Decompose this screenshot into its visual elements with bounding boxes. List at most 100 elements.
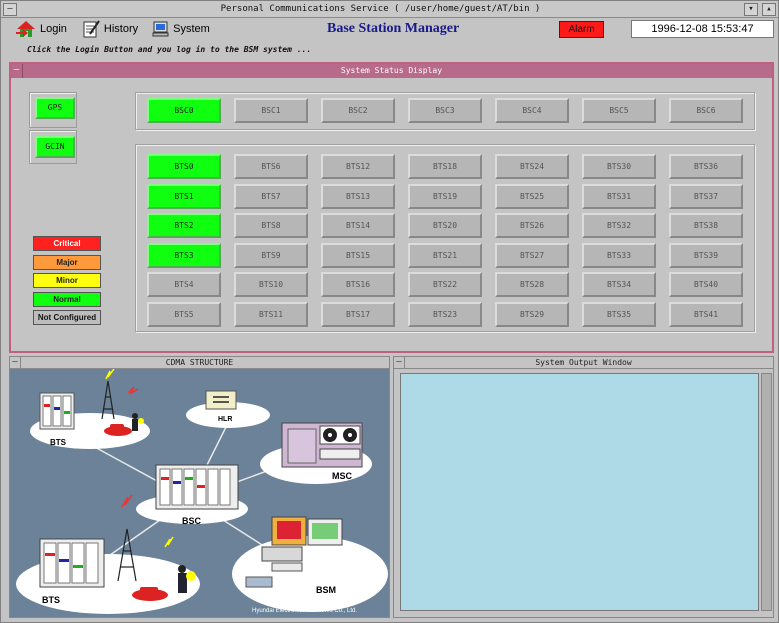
- history-label: History: [103, 23, 139, 35]
- output-text-area[interactable]: [400, 373, 759, 611]
- panel-menu-button[interactable]: –: [11, 64, 23, 78]
- system-label: System: [173, 23, 210, 35]
- bts-button-bts9[interactable]: BTS9: [234, 242, 308, 268]
- hlr-icon: [205, 390, 237, 410]
- bts-button-bts23[interactable]: BTS23: [408, 302, 482, 327]
- bts-button-bts40[interactable]: BTS40: [669, 272, 743, 298]
- legend-normal: Normal: [33, 291, 101, 307]
- bts-button-bts5[interactable]: BTS5: [147, 302, 221, 327]
- bts-button-bts33[interactable]: BTS33: [582, 242, 656, 268]
- clock-display: 1996-12-08 15:53:47: [631, 20, 774, 38]
- cdma-label-bsm: BSM: [316, 585, 336, 595]
- bts-button-bts36[interactable]: BTS36: [669, 154, 743, 179]
- output-menu-button[interactable]: –: [394, 357, 405, 369]
- login-hint: Click the Login Button and you log in to…: [27, 45, 312, 54]
- bts-button-bts25[interactable]: BTS25: [495, 183, 569, 209]
- bsc-button-4[interactable]: BSC4: [495, 98, 569, 123]
- bts-button-bts14[interactable]: BTS14: [321, 213, 395, 239]
- bts-button-bts41[interactable]: BTS41: [669, 302, 743, 327]
- bts-button-bts24[interactable]: BTS24: [495, 154, 569, 179]
- home-icon: [16, 21, 35, 37]
- bts-button-bts16[interactable]: BTS16: [321, 272, 395, 298]
- bts-button-bts37[interactable]: BTS37: [669, 183, 743, 209]
- system-output-panel: – System Output Window: [393, 356, 774, 618]
- bts-button-bts3[interactable]: BTS3: [147, 242, 221, 268]
- bts-button-bts0[interactable]: BTS0: [147, 154, 221, 179]
- bts-button-bts11[interactable]: BTS11: [234, 302, 308, 327]
- output-scrollbar[interactable]: [761, 373, 772, 611]
- antenna-tower-top-icon: [101, 380, 115, 420]
- cdma-label-hlr: HLR: [218, 416, 232, 423]
- bts-button-bts10[interactable]: BTS10: [234, 272, 308, 298]
- bts-button-bts29[interactable]: BTS29: [495, 302, 569, 327]
- bts-button-bts34[interactable]: BTS34: [582, 272, 656, 298]
- cdma-label-bts-bottom: BTS: [42, 595, 60, 605]
- bts-button-bts12[interactable]: BTS12: [321, 154, 395, 179]
- login-button[interactable]: Login: [15, 19, 67, 39]
- bts-button-bts32[interactable]: BTS32: [582, 213, 656, 239]
- window-menu-button[interactable]: –: [3, 2, 17, 16]
- bsc-button-3[interactable]: BSC3: [408, 98, 482, 123]
- maximize-button[interactable]: ▴: [762, 2, 776, 16]
- bts-button-bts26[interactable]: BTS26: [495, 213, 569, 239]
- bts-button-bts4[interactable]: BTS4: [147, 272, 221, 298]
- bts-button-bts8[interactable]: BTS8: [234, 213, 308, 239]
- bts-button-bts30[interactable]: BTS30: [582, 154, 656, 179]
- bts-button-bts35[interactable]: BTS35: [582, 302, 656, 327]
- bts-button-bts38[interactable]: BTS38: [669, 213, 743, 239]
- cdma-label-msc: MSC: [332, 471, 353, 481]
- bsc-button-6[interactable]: BSC6: [669, 98, 743, 123]
- bts-button-bts39[interactable]: BTS39: [669, 242, 743, 268]
- bsc-rack-icon: [155, 464, 239, 510]
- output-title: System Output Window: [535, 358, 632, 367]
- alarm-button[interactable]: Alarm: [559, 21, 604, 38]
- output-header: – System Output Window: [394, 357, 773, 369]
- bts-button-bts19[interactable]: BTS19: [408, 183, 482, 209]
- computer-icon: [152, 21, 169, 37]
- bts-button-bts17[interactable]: BTS17: [321, 302, 395, 327]
- notepad-pen-icon: [83, 20, 100, 38]
- bts-button-bts6[interactable]: BTS6: [234, 154, 308, 179]
- bts-button-bts13[interactable]: BTS13: [321, 183, 395, 209]
- system-status-panel: – System Status Display GPS GCIN BSC0 BSC…: [9, 62, 774, 353]
- bsc-button-2[interactable]: BSC2: [321, 98, 395, 123]
- window-title: Personal Communications Service ( /user/…: [220, 4, 541, 14]
- title-bar[interactable]: – Personal Communications Service ( /use…: [1, 1, 778, 18]
- bsc-button-0[interactable]: BSC0: [147, 98, 221, 123]
- bts-rack-bottom-icon: [39, 538, 105, 588]
- cdma-structure-panel: – CDMA STRUCTURE BTS HLR MSC BSC BTS BSM…: [9, 356, 390, 618]
- bts-button-bts7[interactable]: BTS7: [234, 183, 308, 209]
- msc-switch-icon: [281, 422, 363, 468]
- cdma-diagram: BTS HLR MSC BSC BTS BSM Hyundai Electron…: [16, 369, 388, 614]
- bsc-button-5[interactable]: BSC5: [582, 98, 656, 123]
- bts-button-bts31[interactable]: BTS31: [582, 183, 656, 209]
- system-status-header: – System Status Display: [11, 64, 772, 78]
- bts-button-bts22[interactable]: BTS22: [408, 272, 482, 298]
- bts-button-bts21[interactable]: BTS21: [408, 242, 482, 268]
- gcin-button[interactable]: GCIN: [35, 136, 75, 158]
- bsc-button-1[interactable]: BSC1: [234, 98, 308, 123]
- legend-not-configured: Not Configured: [33, 310, 101, 325]
- cdma-menu-button[interactable]: –: [10, 357, 21, 369]
- history-button[interactable]: History: [81, 19, 138, 39]
- gps-button[interactable]: GPS: [35, 97, 75, 119]
- cdma-label-bts-top: BTS: [50, 438, 67, 447]
- cdma-credit: Hyundai Electronics Industries Co., Ltd.: [252, 608, 357, 614]
- app-title: Base Station Manager: [327, 21, 460, 36]
- minimize-button[interactable]: ▾: [744, 2, 758, 16]
- cdma-label-bsc: BSC: [182, 516, 202, 526]
- cdma-title: CDMA STRUCTURE: [165, 358, 234, 367]
- bts-button-bts18[interactable]: BTS18: [408, 154, 482, 179]
- login-label: Login: [40, 23, 67, 35]
- bts-button-bts15[interactable]: BTS15: [321, 242, 395, 268]
- app-window: – Personal Communications Service ( /use…: [0, 0, 779, 623]
- bts-button-bts27[interactable]: BTS27: [495, 242, 569, 268]
- legend-major: Major: [33, 254, 101, 270]
- bts-button-bts20[interactable]: BTS20: [408, 213, 482, 239]
- bts-rack-top-icon: [39, 392, 75, 430]
- bts-button-bts28[interactable]: BTS28: [495, 272, 569, 298]
- bts-button-bts1[interactable]: BTS1: [147, 183, 221, 209]
- bts-button-bts2[interactable]: BTS2: [147, 213, 221, 239]
- system-button[interactable]: System: [152, 20, 210, 38]
- legend-minor: Minor: [33, 273, 101, 288]
